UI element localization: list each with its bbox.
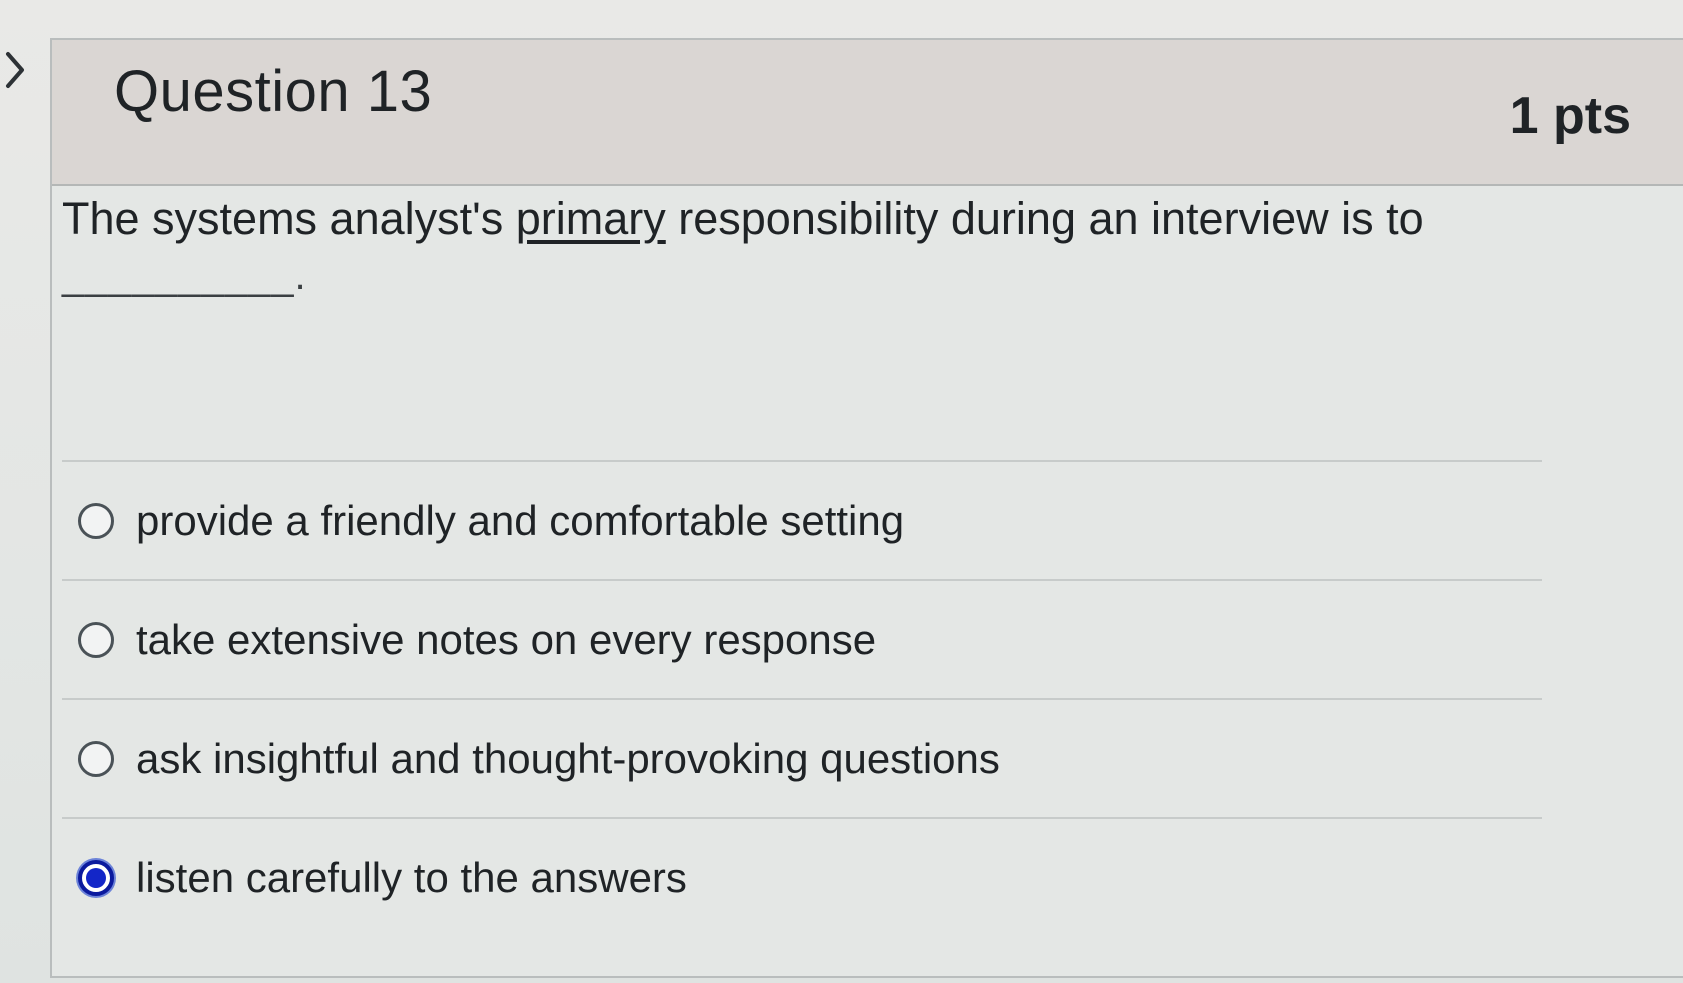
radio-button-icon[interactable] [78,740,114,777]
question-text-underlined: primary [515,193,666,244]
question-header: Question 13 1 pts [52,40,1683,186]
answer-option-2[interactable]: take extensive notes on every response [62,579,1542,698]
radio-button-selected-icon[interactable] [78,859,114,896]
answer-option-4[interactable]: listen carefully to the answers [62,817,1542,936]
answer-blank: __________. [62,254,307,298]
question-body: The systems analyst's primary responsibi… [62,188,1502,314]
answer-label: listen carefully to the answers [136,853,687,901]
radio-button-icon[interactable] [78,621,114,658]
question-title: Question 13 [114,59,433,124]
question-points: 1 pts [1509,87,1631,145]
answer-option-1[interactable]: provide a friendly and comfortable setti… [62,460,1542,579]
radio-button-icon[interactable] [78,502,114,539]
answer-list: provide a friendly and comfortable setti… [62,460,1542,936]
answer-label: take extensive notes on every response [136,615,877,663]
answer-option-3[interactable]: ask insightful and thought-provoking que… [62,698,1542,817]
collapse-toggle[interactable] [0,42,30,102]
answer-label: provide a friendly and comfortable setti… [136,496,905,544]
answer-label: ask insightful and thought-provoking que… [136,734,1000,782]
question-text-before: The systems analyst's [62,193,516,244]
chevron-right-icon [4,50,26,95]
question-text-after: responsibility during an interview is to [665,193,1424,244]
question-text: The systems analyst's primary responsibi… [62,188,1502,250]
